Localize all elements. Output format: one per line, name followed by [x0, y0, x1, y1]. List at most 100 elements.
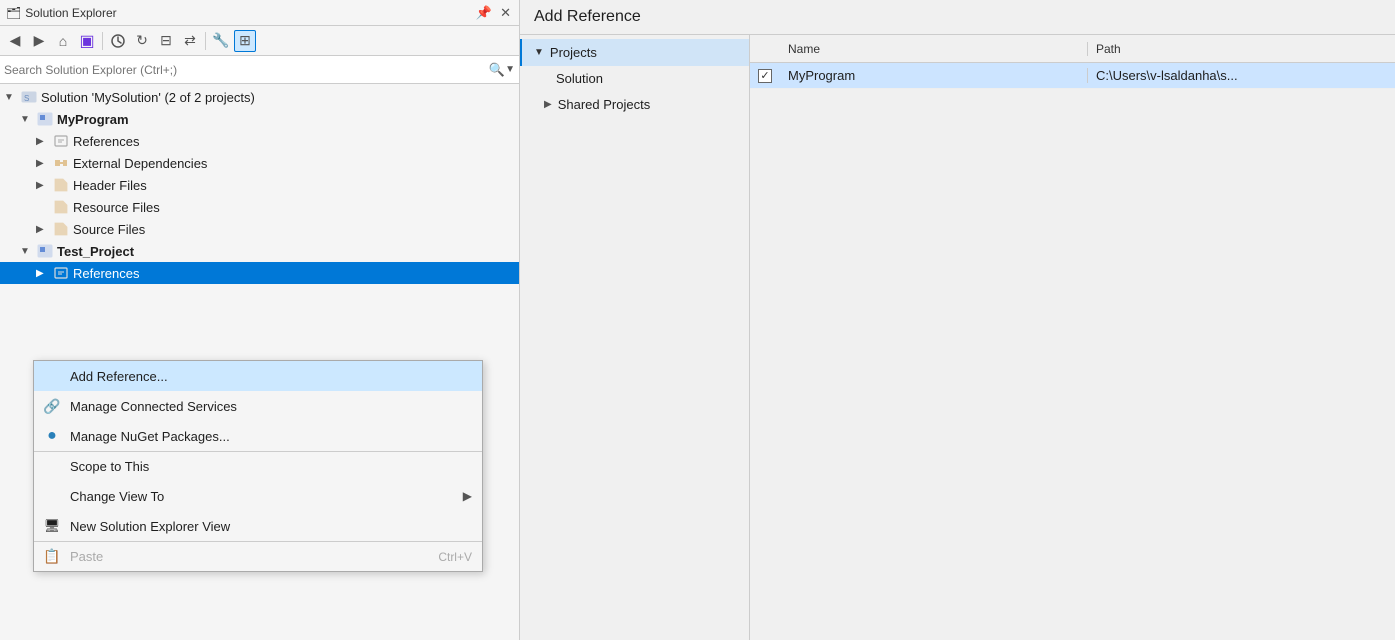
- manage-nuget-label: Manage NuGet Packages...: [70, 429, 230, 444]
- toolbar-sep-2: [205, 32, 206, 50]
- forward-button[interactable]: ▶: [28, 30, 50, 52]
- tree-item-references-mp[interactable]: ▶ References: [0, 130, 519, 152]
- tree-item-resource-files[interactable]: Resource Files: [0, 196, 519, 218]
- ctx-manage-connected[interactable]: 🔗 Manage Connected Services: [34, 391, 482, 421]
- add-reference-content: Name Path ✓ MyProgram C:\Users\v-lsaldan…: [750, 35, 1395, 640]
- new-solution-view-label: New Solution Explorer View: [70, 519, 230, 534]
- projects-arrow: ▼: [534, 47, 544, 58]
- tree-item-source-files[interactable]: ▶ Source Files: [0, 218, 519, 240]
- tree-item-test-project[interactable]: ▼ Test_Project: [0, 240, 519, 262]
- add-reference-label: Add Reference...: [70, 369, 168, 384]
- ctx-change-view-to[interactable]: Change View To ▶: [34, 481, 482, 511]
- nav-item-projects[interactable]: ▼ Projects: [520, 39, 749, 66]
- scope-to-this-label: Scope to This: [70, 459, 149, 474]
- refresh-button[interactable]: ↻: [131, 30, 153, 52]
- tree-item-solution[interactable]: ▼ S Solution 'MySolution' (2 of 2 projec…: [0, 86, 519, 108]
- new-view-button[interactable]: ⊞: [234, 30, 256, 52]
- back-button[interactable]: ◀: [4, 30, 26, 52]
- solution-label: Solution 'MySolution' (2 of 2 projects): [41, 90, 255, 105]
- pending-changes-button[interactable]: [107, 30, 129, 52]
- tree-item-myprogram[interactable]: ▼ MyProgram: [0, 108, 519, 130]
- search-dropdown-icon[interactable]: ▼: [505, 64, 515, 75]
- context-menu: Add Reference... 🔗 Manage Connected Serv…: [33, 360, 483, 572]
- paste-icon: 📋: [42, 547, 62, 567]
- ctx-scope-to-this[interactable]: Scope to This: [34, 451, 482, 481]
- expand-ref-tp: ▶: [36, 268, 52, 279]
- ctx-new-solution-view[interactable]: 🖥 New Solution Explorer View: [34, 511, 482, 541]
- references-label-mp: References: [73, 134, 139, 149]
- solution-explorer-icon: 🗂: [6, 6, 21, 20]
- new-solution-view-icon: 🖥: [42, 516, 62, 536]
- vs-icon-button[interactable]: ▣: [76, 30, 98, 52]
- nav-subitem-solution[interactable]: Solution: [520, 66, 749, 91]
- expand-source: ▶: [36, 224, 52, 235]
- expand-ref-mp: ▶: [36, 136, 52, 147]
- row-name-myprogram: MyProgram: [780, 68, 1088, 83]
- ext-deps-icon: [52, 154, 70, 172]
- row-path-myprogram: C:\Users\v-lsaldanha\s...: [1088, 68, 1395, 83]
- references-icon-tp: [52, 264, 70, 282]
- solution-nav-label: Solution: [556, 71, 603, 86]
- svg-text:S: S: [24, 94, 29, 103]
- myprogram-label: MyProgram: [57, 112, 129, 127]
- header-files-label: Header Files: [73, 178, 147, 193]
- name-col-label: Name: [788, 42, 820, 56]
- change-view-arrow: ▶: [463, 489, 472, 503]
- nuget-icon: ●: [42, 426, 62, 446]
- project-icon-test: [36, 242, 54, 260]
- ar-table-header: Name Path: [750, 35, 1395, 63]
- solution-icon: S: [20, 88, 38, 106]
- ctx-manage-nuget[interactable]: ● Manage NuGet Packages...: [34, 421, 482, 451]
- test-project-label: Test_Project: [57, 244, 134, 259]
- checkbox-myprogram[interactable]: ✓: [758, 69, 772, 83]
- expand-ext-deps: ▶: [36, 158, 52, 169]
- se-title: 🗂 Solution Explorer: [6, 6, 117, 20]
- shared-projects-arrow: ▶: [544, 99, 552, 110]
- expand-solution: ▼: [4, 92, 20, 103]
- expand-test-project: ▼: [20, 246, 36, 257]
- tree-item-header-files[interactable]: ▶ Header Files: [0, 174, 519, 196]
- tree-item-references-tp[interactable]: ▶ References: [0, 262, 519, 284]
- search-icon[interactable]: 🔍: [489, 62, 505, 78]
- solution-explorer-title: Solution Explorer: [25, 6, 116, 20]
- ar-empty-area: [750, 89, 1395, 640]
- source-files-label: Source Files: [73, 222, 145, 237]
- add-reference-nav: ▼ Projects Solution ▶ Shared Projects: [520, 35, 750, 640]
- expand-myprogram: ▼: [20, 114, 36, 125]
- expand-header: ▶: [36, 180, 52, 191]
- pin-icon[interactable]: 📌: [474, 4, 494, 22]
- col-path-header[interactable]: Path: [1088, 42, 1395, 56]
- ctx-add-reference[interactable]: Add Reference...: [34, 361, 482, 391]
- search-bar: 🔍 ▼: [0, 56, 519, 84]
- add-reference-title: Add Reference: [520, 0, 1395, 35]
- collapse-button[interactable]: ⊟: [155, 30, 177, 52]
- source-files-icon: [52, 220, 70, 238]
- solution-explorer-titlebar: 🗂 Solution Explorer 📌 ✕: [0, 0, 519, 26]
- toolbar-sep-1: [102, 32, 103, 50]
- connected-services-icon: 🔗: [42, 396, 62, 416]
- ctx-paste[interactable]: 📋 Paste Ctrl+V: [34, 541, 482, 571]
- resource-files-label: Resource Files: [73, 200, 160, 215]
- add-reference-panel: Add Reference ▼ Projects Solution ▶ Shar…: [520, 0, 1395, 640]
- sync-button[interactable]: ⇄: [179, 30, 201, 52]
- myprogram-ref-label: MyProgram: [788, 68, 855, 83]
- myprogram-path-label: C:\Users\v-lsaldanha\s...: [1096, 68, 1238, 83]
- resource-files-icon: [52, 198, 70, 216]
- ar-table-row[interactable]: ✓ MyProgram C:\Users\v-lsaldanha\s...: [750, 63, 1395, 89]
- nav-item-shared-projects[interactable]: ▶ Shared Projects: [520, 91, 749, 118]
- references-label-tp: References: [73, 266, 139, 281]
- header-files-icon: [52, 176, 70, 194]
- path-col-label: Path: [1096, 42, 1121, 56]
- close-icon[interactable]: ✕: [498, 4, 513, 22]
- properties-button[interactable]: 🔧: [210, 30, 232, 52]
- project-icon-myprogram: [36, 110, 54, 128]
- se-toolbar: ◀ ▶ ⌂ ▣ ↻ ⊟ ⇄ 🔧 ⊞: [0, 26, 519, 56]
- home-button[interactable]: ⌂: [52, 30, 74, 52]
- change-view-to-label: Change View To: [70, 489, 164, 504]
- manage-connected-label: Manage Connected Services: [70, 399, 237, 414]
- tree-item-ext-deps[interactable]: ▶ External Dependencies: [0, 152, 519, 174]
- row-checkbox[interactable]: ✓: [750, 69, 780, 83]
- search-input[interactable]: [4, 63, 487, 77]
- col-name-header[interactable]: Name: [780, 42, 1088, 56]
- add-reference-body: ▼ Projects Solution ▶ Shared Projects Na…: [520, 35, 1395, 640]
